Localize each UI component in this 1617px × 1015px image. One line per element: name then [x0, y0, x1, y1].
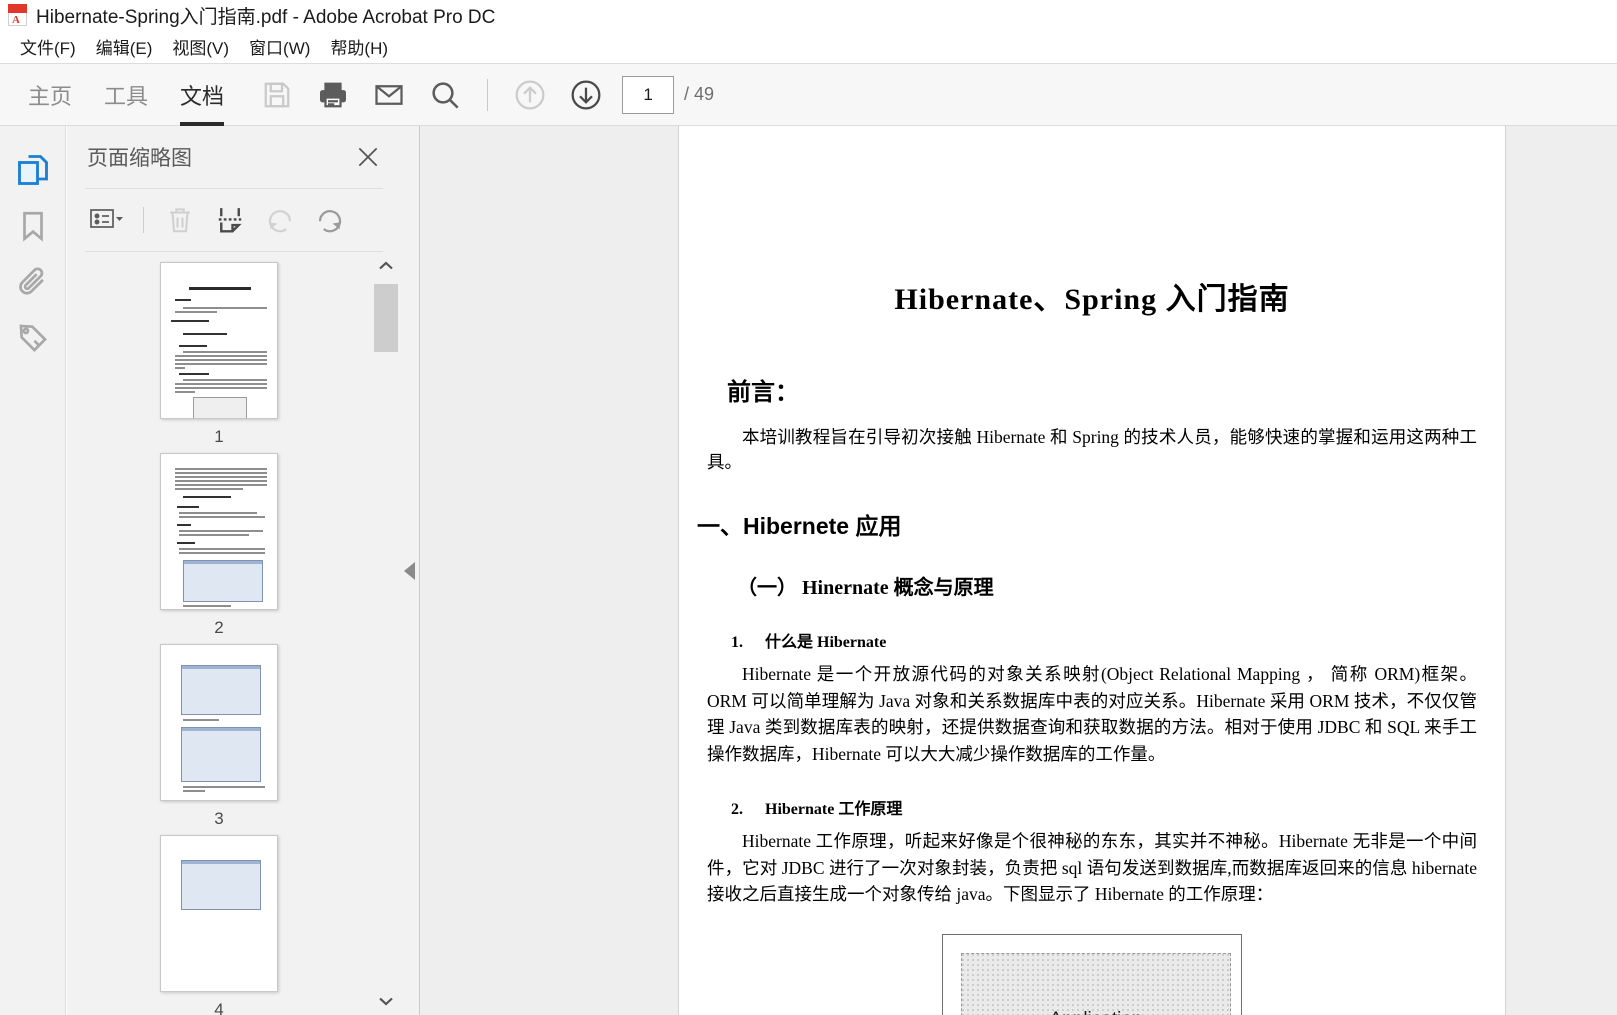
list-item[interactable]: 1	[160, 262, 278, 447]
document-viewer[interactable]: Hibernate、Spring 入门指南 前言： 本培训教程旨在引导初次接触 …	[420, 126, 1617, 1015]
chevron-up-icon[interactable]	[371, 252, 401, 280]
toolbar-divider	[487, 78, 489, 111]
main-toolbar: 主页 工具 文档 1 / 49	[0, 63, 1617, 126]
section-body-2: Hibernate 工作原理，听起来好像是个很神秘的东东，其实并不神秘。Hibe…	[707, 831, 1477, 904]
thumbnail-panel: 页面缩略图 1 2 3 4	[67, 126, 401, 1015]
panel-toolbar-divider	[143, 207, 144, 233]
scrollbar-thumb[interactable]	[374, 284, 398, 352]
diagram-application-block: Application	[961, 952, 1231, 1015]
menu-edit[interactable]: 编辑(E)	[86, 32, 163, 61]
email-icon[interactable]	[368, 74, 410, 116]
thumbnail-page-3[interactable]	[160, 644, 278, 801]
save-icon[interactable]	[256, 74, 298, 116]
extract-pages-icon[interactable]	[208, 198, 252, 242]
section-body-1: Hibernate 是一个开放源代码的对象关系映射(Object Relatio…	[707, 664, 1477, 764]
tab-home[interactable]: 主页	[12, 64, 88, 126]
thumbnail-number: 4	[214, 1000, 224, 1015]
acrobat-window: Hibernate-Spring入门指南.pdf - Adobe Acrobat…	[0, 0, 1617, 1015]
thumbnail-page-4[interactable]	[160, 835, 278, 992]
numbered-heading-1-number: 1.	[731, 634, 743, 651]
thumbnail-page-1[interactable]	[160, 262, 278, 419]
delete-pages-icon[interactable]	[158, 198, 202, 242]
list-item[interactable]: 2	[160, 453, 278, 638]
bookmarks-icon[interactable]	[6, 198, 60, 254]
preface-heading: 前言：	[727, 379, 799, 406]
menu-file[interactable]: 文件(F)	[10, 32, 86, 61]
collapse-left-triangle-icon[interactable]	[403, 561, 415, 580]
thumbnail-scrollbar[interactable]	[371, 252, 401, 1015]
search-icon[interactable]	[424, 74, 466, 116]
thumbnail-list: 1 2 3 4	[67, 252, 371, 1015]
pdf-document-icon	[8, 4, 27, 26]
numbered-heading-1-text: 什么是 Hibernate	[765, 634, 887, 651]
menu-view[interactable]: 视图(V)	[162, 32, 239, 61]
diagram-outer-frame: Application	[942, 933, 1242, 1015]
title-bar: Hibernate-Spring入门指南.pdf - Adobe Acrobat…	[0, 0, 1617, 30]
rotate-counterclockwise-icon[interactable]	[258, 198, 302, 242]
diagram-application-label: Application	[962, 1009, 1230, 1015]
tab-tools[interactable]: 工具	[88, 64, 164, 126]
numbered-heading-2: 2. Hibernate 工作原理	[731, 795, 1505, 819]
scrollbar-track[interactable]	[371, 280, 401, 987]
menu-bar: 文件(F) 编辑(E) 视图(V) 窗口(W) 帮助(H)	[0, 30, 1617, 63]
list-item[interactable]: 4	[160, 835, 278, 1015]
pdf-page: Hibernate、Spring 入门指南 前言： 本培训教程旨在引导初次接触 …	[678, 126, 1506, 1015]
close-icon[interactable]	[353, 142, 383, 172]
previous-page-icon[interactable]	[509, 74, 551, 116]
thumbnail-page-2[interactable]	[160, 453, 278, 610]
panel-options-icon[interactable]	[85, 198, 129, 242]
tab-document[interactable]: 文档	[164, 64, 240, 126]
menu-window[interactable]: 窗口(W)	[239, 32, 320, 61]
print-icon[interactable]	[312, 74, 354, 116]
page-number-input[interactable]: 1	[622, 75, 675, 114]
thumbnail-number: 1	[214, 427, 224, 446]
next-page-icon[interactable]	[565, 74, 607, 116]
panel-splitter[interactable]	[401, 126, 420, 1015]
rotate-clockwise-icon[interactable]	[308, 198, 352, 242]
tags-icon[interactable]	[6, 310, 60, 366]
preface-text: 本培训教程旨在引导初次接触 Hibernate 和 Spring 的技术人员，能…	[707, 427, 1477, 472]
page-thumbnails-icon[interactable]	[6, 142, 60, 198]
thumbnail-panel-header: 页面缩略图	[67, 126, 401, 188]
numbered-heading-1: 1. 什么是 Hibernate	[731, 628, 1505, 652]
menu-help[interactable]: 帮助(H)	[320, 32, 398, 61]
attachments-icon[interactable]	[6, 254, 60, 310]
window-title: Hibernate-Spring入门指南.pdf - Adobe Acrobat…	[36, 6, 496, 28]
subsection-heading-1: （一） Hinernate 概念与原理	[737, 577, 994, 599]
thumbnail-panel-toolbar	[67, 189, 401, 251]
thumbnail-number: 2	[214, 618, 224, 637]
thumbnail-number: 3	[214, 809, 224, 828]
numbered-heading-2-text: Hibernate 工作原理	[765, 801, 903, 818]
chevron-down-icon[interactable]	[371, 987, 401, 1015]
page-total-label: / 49	[684, 84, 715, 104]
numbered-heading-2-number: 2.	[731, 801, 743, 818]
section-heading-1: 一、Hibernete 应用	[697, 513, 902, 539]
hibernate-architecture-diagram: Application	[679, 933, 1505, 1015]
page-title: Hibernate、Spring 入门指南	[894, 283, 1290, 316]
list-item[interactable]: 3	[160, 644, 278, 829]
thumbnail-scroll-area: 1 2 3 4	[67, 252, 401, 1015]
navigation-rail	[0, 126, 66, 1015]
thumbnail-panel-title: 页面缩略图	[87, 147, 192, 170]
